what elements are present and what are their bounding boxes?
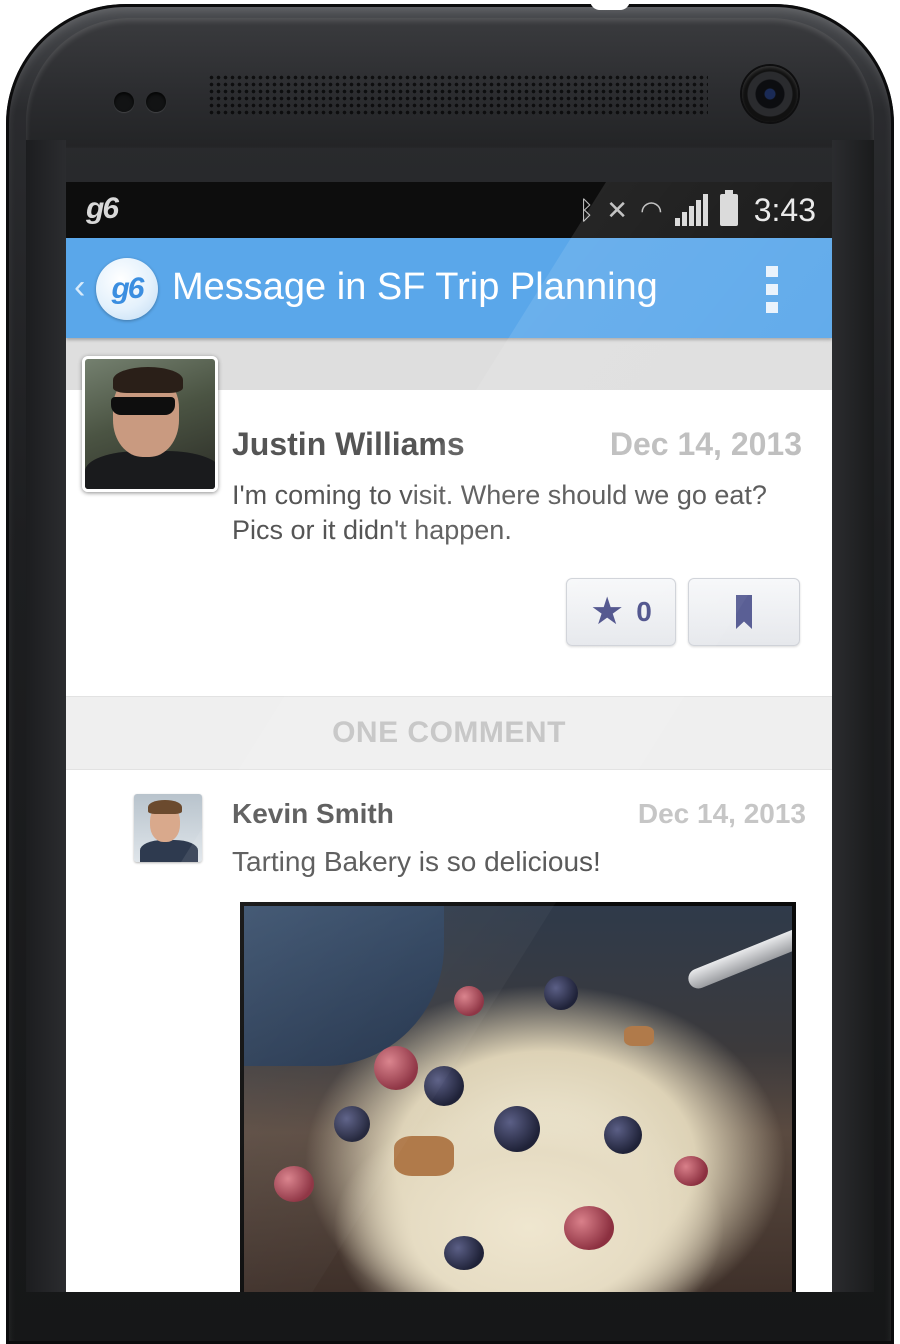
app-logo-button[interactable]: g6 <box>96 258 158 320</box>
bookmark-icon <box>736 595 752 629</box>
status-bar: g6 ᛒ ✕ ◠ 3:43 <box>66 182 832 238</box>
status-icons: ᛒ ✕ ◠ 3:43 <box>579 188 816 232</box>
comment-photo[interactable] <box>240 902 796 1292</box>
comment-item: Kevin Smith Dec 14, 2013 Tarting Bakery … <box>66 770 832 1292</box>
post-author[interactable]: Justin Williams <box>232 426 465 463</box>
comment-date: Dec 14, 2013 <box>637 798 806 829</box>
comment-author[interactable]: Kevin Smith <box>232 798 394 830</box>
bookmark-button[interactable] <box>688 578 800 646</box>
overflow-menu-icon[interactable] <box>766 266 778 313</box>
phone-left-bezel <box>26 140 66 1292</box>
comments-header: ONE COMMENT <box>66 696 832 770</box>
signal-icon <box>674 194 708 226</box>
avatar[interactable] <box>82 356 218 492</box>
phone-right-bezel <box>832 140 874 1292</box>
chevron-left-icon[interactable]: ‹ <box>74 268 85 307</box>
action-bar: ‹ g6 Message in SF Trip Planning <box>66 238 832 338</box>
post-date: Dec 14, 2013 <box>609 426 802 462</box>
bluetooth-icon: ᛒ <box>578 195 595 225</box>
star-count: 0 <box>636 596 652 627</box>
front-camera-icon <box>742 66 798 122</box>
star-button[interactable]: ★ 0 <box>566 578 676 646</box>
g6-notification-icon: g6 <box>86 192 119 225</box>
phone-top-notch <box>590 0 630 10</box>
avatar[interactable] <box>134 794 202 862</box>
phone-screen: g6 ᛒ ✕ ◠ 3:43 ‹ g6 Message in SF Trip Pl… <box>66 182 832 1292</box>
phone-sensors <box>114 92 166 112</box>
star-icon: ★ <box>590 591 625 633</box>
dessert-photo-image <box>244 906 792 1292</box>
post-body: I'm coming to visit. Where should we go … <box>232 480 767 545</box>
comment-body: Tarting Bakery is so delicious! <box>232 846 601 877</box>
wifi-icon: ◠ <box>640 195 663 225</box>
status-time: 3:43 <box>753 191 816 228</box>
page-title: Message in SF Trip Planning <box>172 266 658 308</box>
phone-speaker-grill <box>208 74 708 116</box>
mute-icon: ✕ <box>606 195 629 225</box>
battery-icon <box>719 190 738 226</box>
message-post: Justin Williams Dec 14, 2013 I'm coming … <box>66 356 832 696</box>
